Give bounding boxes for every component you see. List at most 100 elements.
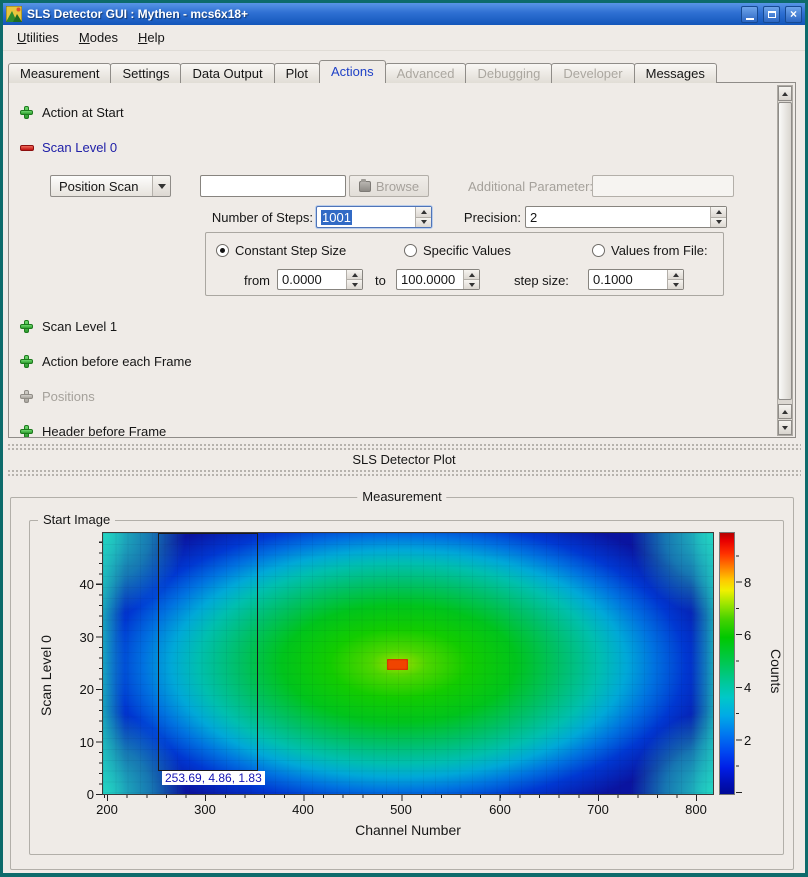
tab-developer: Developer bbox=[551, 63, 634, 83]
cursor-position-readout: 253.69, 4.86, 1.83 bbox=[162, 771, 265, 785]
number-of-steps-spinbox[interactable]: 1001 bbox=[316, 206, 432, 228]
window-title: SLS Detector GUI : Mythen - mcs6x18+ bbox=[27, 7, 736, 21]
scroll-up-button-2[interactable] bbox=[778, 404, 792, 419]
from-label: from bbox=[244, 273, 270, 288]
maximize-button[interactable] bbox=[763, 6, 780, 23]
radio-specific-values[interactable]: Specific Values bbox=[404, 242, 511, 258]
to-value: 100.0000 bbox=[397, 270, 463, 289]
radio-constant-label: Constant Step Size bbox=[235, 243, 346, 258]
colorbar-tick-label: 8 bbox=[744, 575, 764, 590]
action-before-frame-row[interactable]: Action before each Frame bbox=[20, 353, 192, 369]
spin-down-button[interactable] bbox=[416, 217, 431, 228]
header-before-frame-row[interactable]: Header before Frame bbox=[20, 423, 166, 438]
tab-messages[interactable]: Messages bbox=[634, 63, 717, 83]
start-image-group-title: Start Image bbox=[38, 512, 115, 527]
precision-spinbox[interactable]: 2 bbox=[525, 206, 727, 228]
radio-specific-label: Specific Values bbox=[423, 243, 511, 258]
colorbar-major-ticks bbox=[736, 532, 742, 795]
vertical-scrollbar[interactable] bbox=[777, 85, 793, 436]
y-tick-label: 30 bbox=[64, 630, 94, 645]
additional-parameter-input[interactable] bbox=[592, 175, 734, 197]
splitter-handle[interactable]: SLS Detector Plot bbox=[3, 440, 805, 484]
browse-button[interactable]: Browse bbox=[349, 175, 429, 197]
spin-up-button[interactable] bbox=[347, 270, 362, 279]
menu-help[interactable]: Help bbox=[130, 27, 173, 48]
number-of-steps-value: 1001 bbox=[321, 210, 352, 225]
spin-up-button[interactable] bbox=[416, 207, 431, 217]
heatmap-canvas[interactable]: 253.69, 4.86, 1.83 bbox=[102, 532, 714, 795]
arrow-down-icon bbox=[716, 220, 722, 224]
scroll-up-button[interactable] bbox=[778, 86, 792, 101]
from-spinbox[interactable]: 0.0000 bbox=[277, 269, 363, 290]
tab-settings[interactable]: Settings bbox=[110, 63, 181, 83]
scan-mode-combobox[interactable]: Position Scan bbox=[50, 175, 171, 197]
x-tick-label: 600 bbox=[480, 802, 520, 817]
chevron-down-icon bbox=[158, 184, 166, 189]
spin-down-button[interactable] bbox=[711, 217, 726, 228]
window-border-bottom bbox=[0, 873, 808, 877]
colorbar bbox=[719, 532, 735, 795]
tab-actions[interactable]: Actions bbox=[319, 60, 386, 83]
radio-constant-step-size[interactable]: Constant Step Size bbox=[216, 242, 346, 258]
y-tick-label: 20 bbox=[64, 682, 94, 697]
scan-level-1-row[interactable]: Scan Level 1 bbox=[20, 318, 117, 334]
action-before-frame-label: Action before each Frame bbox=[42, 354, 192, 369]
arrow-up-icon bbox=[352, 273, 358, 277]
expand-plus-icon bbox=[20, 425, 33, 438]
arrow-up-icon bbox=[782, 92, 788, 96]
expand-plus-icon bbox=[20, 320, 33, 333]
x-tick-label: 500 bbox=[381, 802, 421, 817]
scan-level-1-label: Scan Level 1 bbox=[42, 319, 117, 334]
minimize-icon bbox=[746, 18, 754, 20]
x-tick-label: 300 bbox=[185, 802, 225, 817]
scan-mode-value: Position Scan bbox=[51, 179, 152, 194]
x-axis-title: Channel Number bbox=[102, 822, 714, 838]
window-border-left bbox=[0, 0, 3, 877]
expand-plus-icon-disabled bbox=[20, 390, 33, 403]
tab-advanced: Advanced bbox=[385, 63, 467, 83]
step-size-spinbox[interactable]: 0.1000 bbox=[588, 269, 684, 290]
action-at-start-row[interactable]: Action at Start bbox=[20, 104, 124, 120]
scrollbar-thumb[interactable] bbox=[778, 102, 792, 400]
splitter-dots-bottom bbox=[7, 469, 801, 478]
close-button[interactable]: × bbox=[785, 6, 802, 23]
expand-plus-icon bbox=[20, 106, 33, 119]
from-value: 0.0000 bbox=[278, 270, 346, 289]
positions-row: Positions bbox=[20, 388, 95, 404]
spin-up-button[interactable] bbox=[711, 207, 726, 217]
minimize-button[interactable] bbox=[741, 6, 758, 23]
spin-down-button[interactable] bbox=[668, 279, 683, 289]
combobox-dropdown-button[interactable] bbox=[152, 176, 170, 196]
spin-up-button[interactable] bbox=[668, 270, 683, 279]
scan-script-input[interactable] bbox=[200, 175, 346, 197]
arrow-down-icon bbox=[469, 283, 475, 287]
y-tick-label: 40 bbox=[64, 577, 94, 592]
radio-icon bbox=[592, 244, 605, 257]
header-before-frame-label: Header before Frame bbox=[42, 424, 166, 439]
arrow-up-icon bbox=[782, 410, 788, 414]
tab-plot[interactable]: Plot bbox=[274, 63, 320, 83]
tab-data-output[interactable]: Data Output bbox=[180, 63, 274, 83]
measurement-group-title: Measurement bbox=[357, 489, 446, 504]
tab-measurement[interactable]: Measurement bbox=[8, 63, 111, 83]
spinbox-arrows bbox=[463, 270, 479, 289]
menu-modes[interactable]: Modes bbox=[71, 27, 126, 48]
arrow-up-icon bbox=[469, 273, 475, 277]
spin-up-button[interactable] bbox=[464, 270, 479, 279]
scroll-down-button[interactable] bbox=[778, 420, 792, 435]
arrow-up-icon bbox=[673, 273, 679, 277]
arrow-down-icon bbox=[352, 283, 358, 287]
start-image-group: Start Image Scan Level 0 Channel Number … bbox=[29, 520, 784, 855]
titlebar[interactable]: SLS Detector GUI : Mythen - mcs6x18+ × bbox=[3, 3, 805, 25]
spin-down-button[interactable] bbox=[464, 279, 479, 289]
x-axis-major-ticks bbox=[102, 795, 714, 801]
to-spinbox[interactable]: 100.0000 bbox=[396, 269, 480, 290]
x-tick-label: 400 bbox=[283, 802, 323, 817]
menubar: Utilities Modes Help bbox=[3, 25, 805, 51]
menu-utilities[interactable]: Utilities bbox=[9, 27, 67, 48]
radio-values-from-file[interactable]: Values from File: bbox=[592, 242, 708, 258]
spinbox-arrows bbox=[415, 207, 431, 227]
close-icon: × bbox=[790, 8, 797, 20]
scan-level-0-row[interactable]: Scan Level 0 bbox=[20, 139, 117, 155]
spin-down-button[interactable] bbox=[347, 279, 362, 289]
